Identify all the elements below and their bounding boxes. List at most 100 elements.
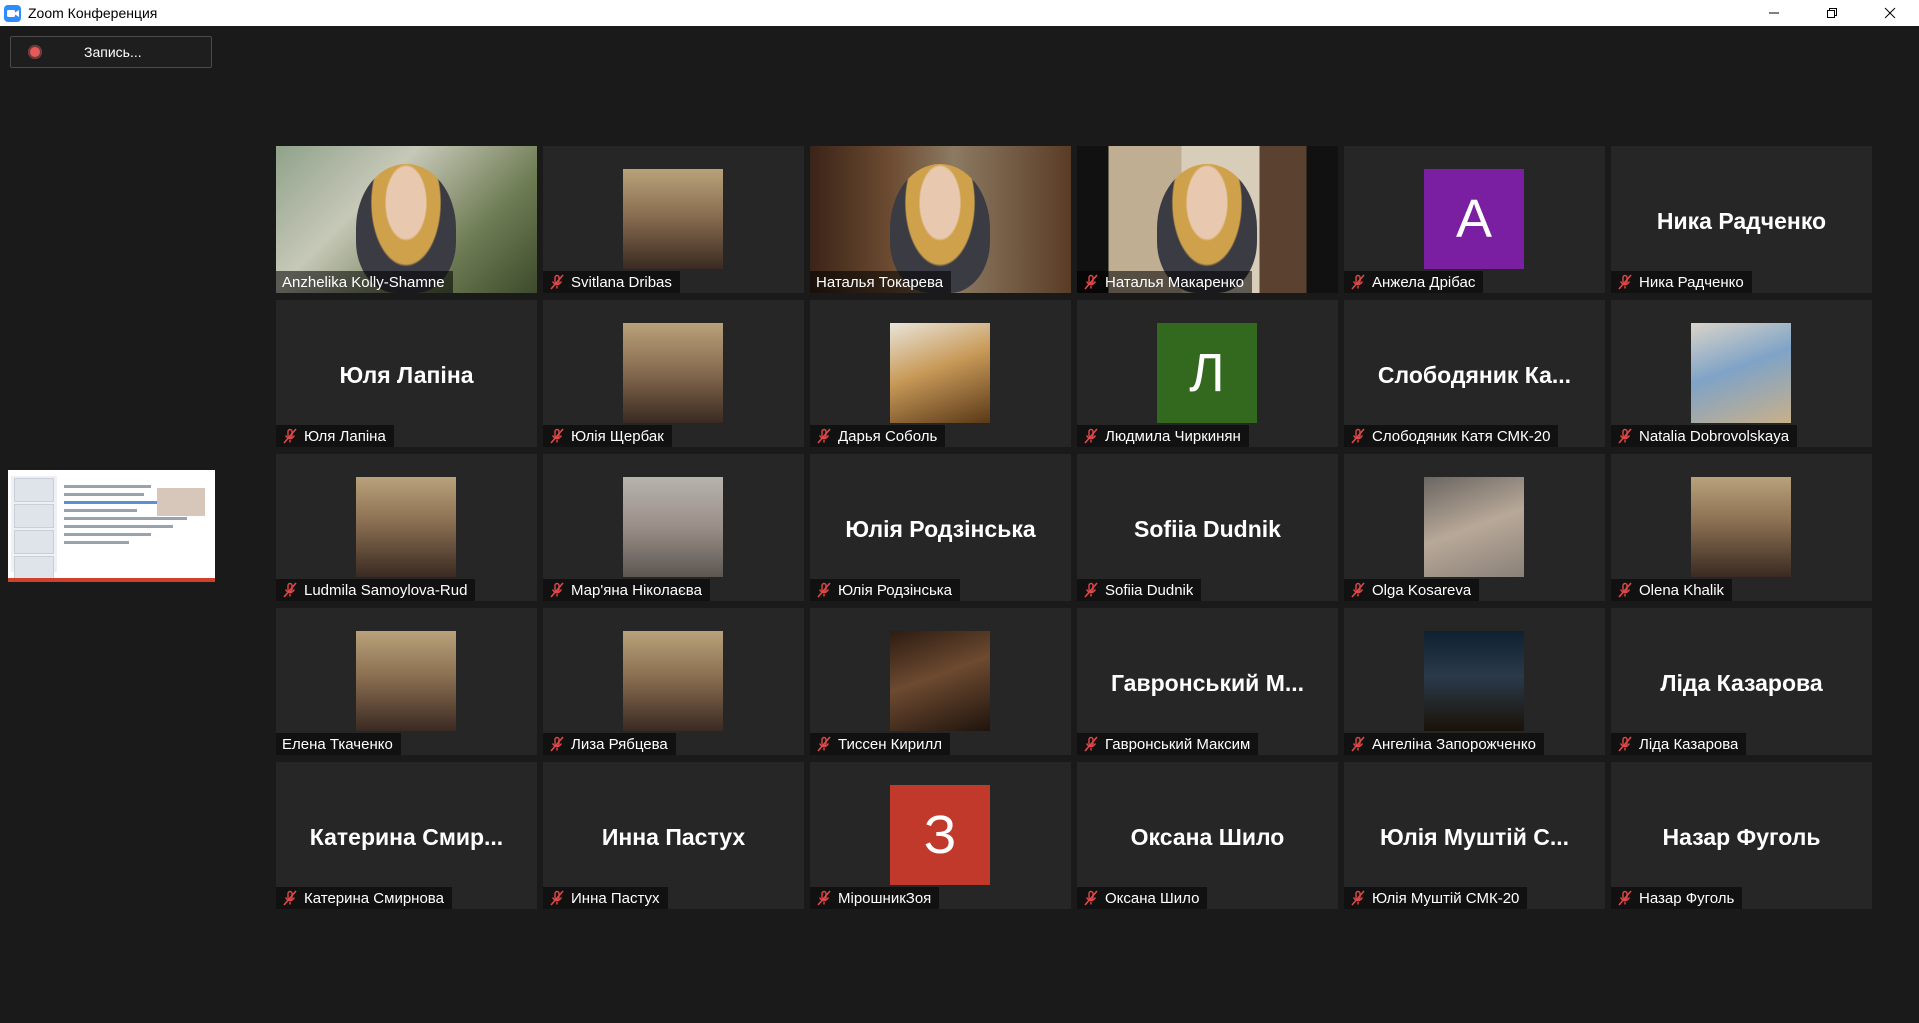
participant-display-name: Ника Радченко	[1656, 208, 1827, 234]
profile-photo	[623, 323, 723, 423]
participant-tile[interactable]: Юлія Щербак	[543, 300, 804, 447]
participant-name: Ангеліна Запорожченко	[1372, 735, 1536, 753]
participant-name-label: Ludmila Samoylova-Rud	[276, 579, 476, 601]
participant-name: Мар'яна Ніколаєва	[571, 581, 702, 599]
participant-name-label: Анжела Дрібас	[1344, 271, 1484, 293]
record-label: Запись...	[84, 44, 142, 60]
mic-muted-icon	[1084, 428, 1098, 444]
participant-tile[interactable]: Слободяник Ка... Слободяник Катя СМК-20	[1344, 300, 1605, 447]
letter-avatar: А	[1424, 169, 1524, 269]
participant-name-label: Мар'яна Ніколаєва	[543, 579, 710, 601]
mic-muted-icon	[1351, 736, 1365, 752]
profile-photo	[1691, 323, 1791, 423]
participant-name-label: Тиссен Кирилл	[810, 733, 951, 755]
participant-name-label: Юлія Родзінська	[810, 579, 961, 601]
participant-name-label: Olga Kosareva	[1344, 579, 1480, 601]
participant-name: Natalia Dobrovolskaya	[1639, 427, 1790, 445]
participant-tile[interactable]: Дарья Соболь	[810, 300, 1071, 447]
participant-name-label: Инна Пастух	[543, 887, 668, 909]
participant-tile[interactable]: Мар'яна Ніколаєва	[543, 454, 804, 601]
mic-muted-icon	[1084, 890, 1098, 906]
participant-tile[interactable]: Тиссен Кирилл	[810, 608, 1071, 755]
participant-tile[interactable]: Лиза Рябцева	[543, 608, 804, 755]
minimize-icon	[1769, 12, 1779, 14]
participant-tile[interactable]: Olga Kosareva	[1344, 454, 1605, 601]
participant-name: Назар Фуголь	[1639, 889, 1735, 907]
participant-display-name: Sofiia Dudnik	[1134, 516, 1281, 542]
participant-name: Юлія Родзінська	[838, 581, 953, 599]
participant-tile[interactable]: Юлія Муштій С... Юлія Муштій СМК-20	[1344, 762, 1605, 909]
participant-tile[interactable]: Anzhelika Kolly-Shamne	[276, 146, 537, 293]
participant-name-label: Оксана Шило	[1077, 887, 1208, 909]
participant-name-label: Лиза Рябцева	[543, 733, 676, 755]
letter-avatar: Л	[1157, 323, 1257, 423]
mic-muted-icon	[1618, 274, 1632, 290]
participant-tile[interactable]: Катерина Смир... Катерина Смирнова	[276, 762, 537, 909]
participant-display-name: Юля Лапіна	[339, 362, 474, 388]
participant-name: Наталья Макаренко	[1105, 273, 1245, 291]
mic-muted-icon	[283, 428, 297, 444]
participant-tile[interactable]: Svitlana Dribas	[543, 146, 804, 293]
close-button[interactable]	[1861, 0, 1919, 26]
restore-button[interactable]	[1803, 0, 1861, 26]
gallery-view: Anzhelika Kolly-Shamne Svitlana Dribas На…	[276, 146, 1872, 909]
participant-tile[interactable]: А Анжела Дрібас	[1344, 146, 1605, 293]
participant-tile[interactable]: Olena Khalik	[1611, 454, 1872, 601]
mic-muted-icon	[1351, 890, 1365, 906]
participant-tile[interactable]: Л Людмила Чиркинян	[1077, 300, 1338, 447]
minimize-button[interactable]	[1745, 0, 1803, 26]
participant-name-label: Елена Ткаченко	[276, 733, 401, 755]
mic-muted-icon	[817, 736, 831, 752]
mic-muted-icon	[817, 428, 831, 444]
participant-name-label: Natalia Dobrovolskaya	[1611, 425, 1798, 447]
participant-name-label: Гавронський Максим	[1077, 733, 1259, 755]
participant-name: МірошникЗоя	[838, 889, 932, 907]
participant-name: Юлія Муштій СМК-20	[1372, 889, 1520, 907]
participant-name-label: Слободяник Катя СМК-20	[1344, 425, 1559, 447]
participant-tile[interactable]: Юля Лапіна Юля Лапіна	[276, 300, 537, 447]
mic-muted-icon	[1618, 582, 1632, 598]
mic-muted-icon	[283, 890, 297, 906]
participant-display-name: Катерина Смир...	[309, 824, 504, 850]
participant-tile[interactable]: Natalia Dobrovolskaya	[1611, 300, 1872, 447]
participant-name-label: Юлія Муштій СМК-20	[1344, 887, 1528, 909]
restore-icon	[1827, 8, 1837, 18]
participant-tile[interactable]: Sofiia Dudnik Sofiia Dudnik	[1077, 454, 1338, 601]
participant-tile[interactable]: Ліда Казарова Ліда Казарова	[1611, 608, 1872, 755]
participant-name-label: Юля Лапіна	[276, 425, 394, 447]
participant-tile[interactable]: З МірошникЗоя	[810, 762, 1071, 909]
participant-tile[interactable]: Назар Фуголь Назар Фуголь	[1611, 762, 1872, 909]
participant-name: Olena Khalik	[1639, 581, 1725, 599]
participant-name: Лиза Рябцева	[571, 735, 668, 753]
shared-screen-thumbnail[interactable]	[8, 470, 215, 582]
mic-muted-icon	[283, 582, 297, 598]
participant-tile[interactable]: Ника Радченко Ника Радченко	[1611, 146, 1872, 293]
participant-tile[interactable]: Ангеліна Запорожченко	[1344, 608, 1605, 755]
participant-tile[interactable]: Инна Пастух Инна Пастух	[543, 762, 804, 909]
profile-photo	[623, 169, 723, 269]
participant-tile[interactable]: Юлія Родзінська Юлія Родзінська	[810, 454, 1071, 601]
participant-name: Гавронський Максим	[1105, 735, 1251, 753]
profile-photo	[1691, 477, 1791, 577]
participant-name: Анжела Дрібас	[1372, 273, 1476, 291]
participant-name: Sofiia Dudnik	[1105, 581, 1194, 599]
participant-name: Слободяник Катя СМК-20	[1372, 427, 1551, 445]
participant-display-name: Назар Фуголь	[1662, 824, 1821, 850]
mic-muted-icon	[550, 274, 564, 290]
mic-muted-icon	[1084, 274, 1098, 290]
participant-name: Юлія Щербак	[571, 427, 664, 445]
mic-muted-icon	[817, 582, 831, 598]
participant-name-label: Юлія Щербак	[543, 425, 672, 447]
participant-tile[interactable]: Елена Ткаченко	[276, 608, 537, 755]
participant-tile[interactable]: Наталья Макаренко	[1077, 146, 1338, 293]
profile-photo	[890, 323, 990, 423]
participant-tile[interactable]: Оксана Шило Оксана Шило	[1077, 762, 1338, 909]
record-button[interactable]: Запись...	[10, 36, 212, 68]
participant-name: Ліда Казарова	[1639, 735, 1739, 753]
participant-tile[interactable]: Гавронський М... Гавронський Максим	[1077, 608, 1338, 755]
participant-name: Катерина Смирнова	[304, 889, 444, 907]
close-icon	[1884, 7, 1896, 19]
participant-tile[interactable]: Наталья Токарева	[810, 146, 1071, 293]
mic-muted-icon	[1618, 890, 1632, 906]
participant-tile[interactable]: Ludmila Samoylova-Rud	[276, 454, 537, 601]
